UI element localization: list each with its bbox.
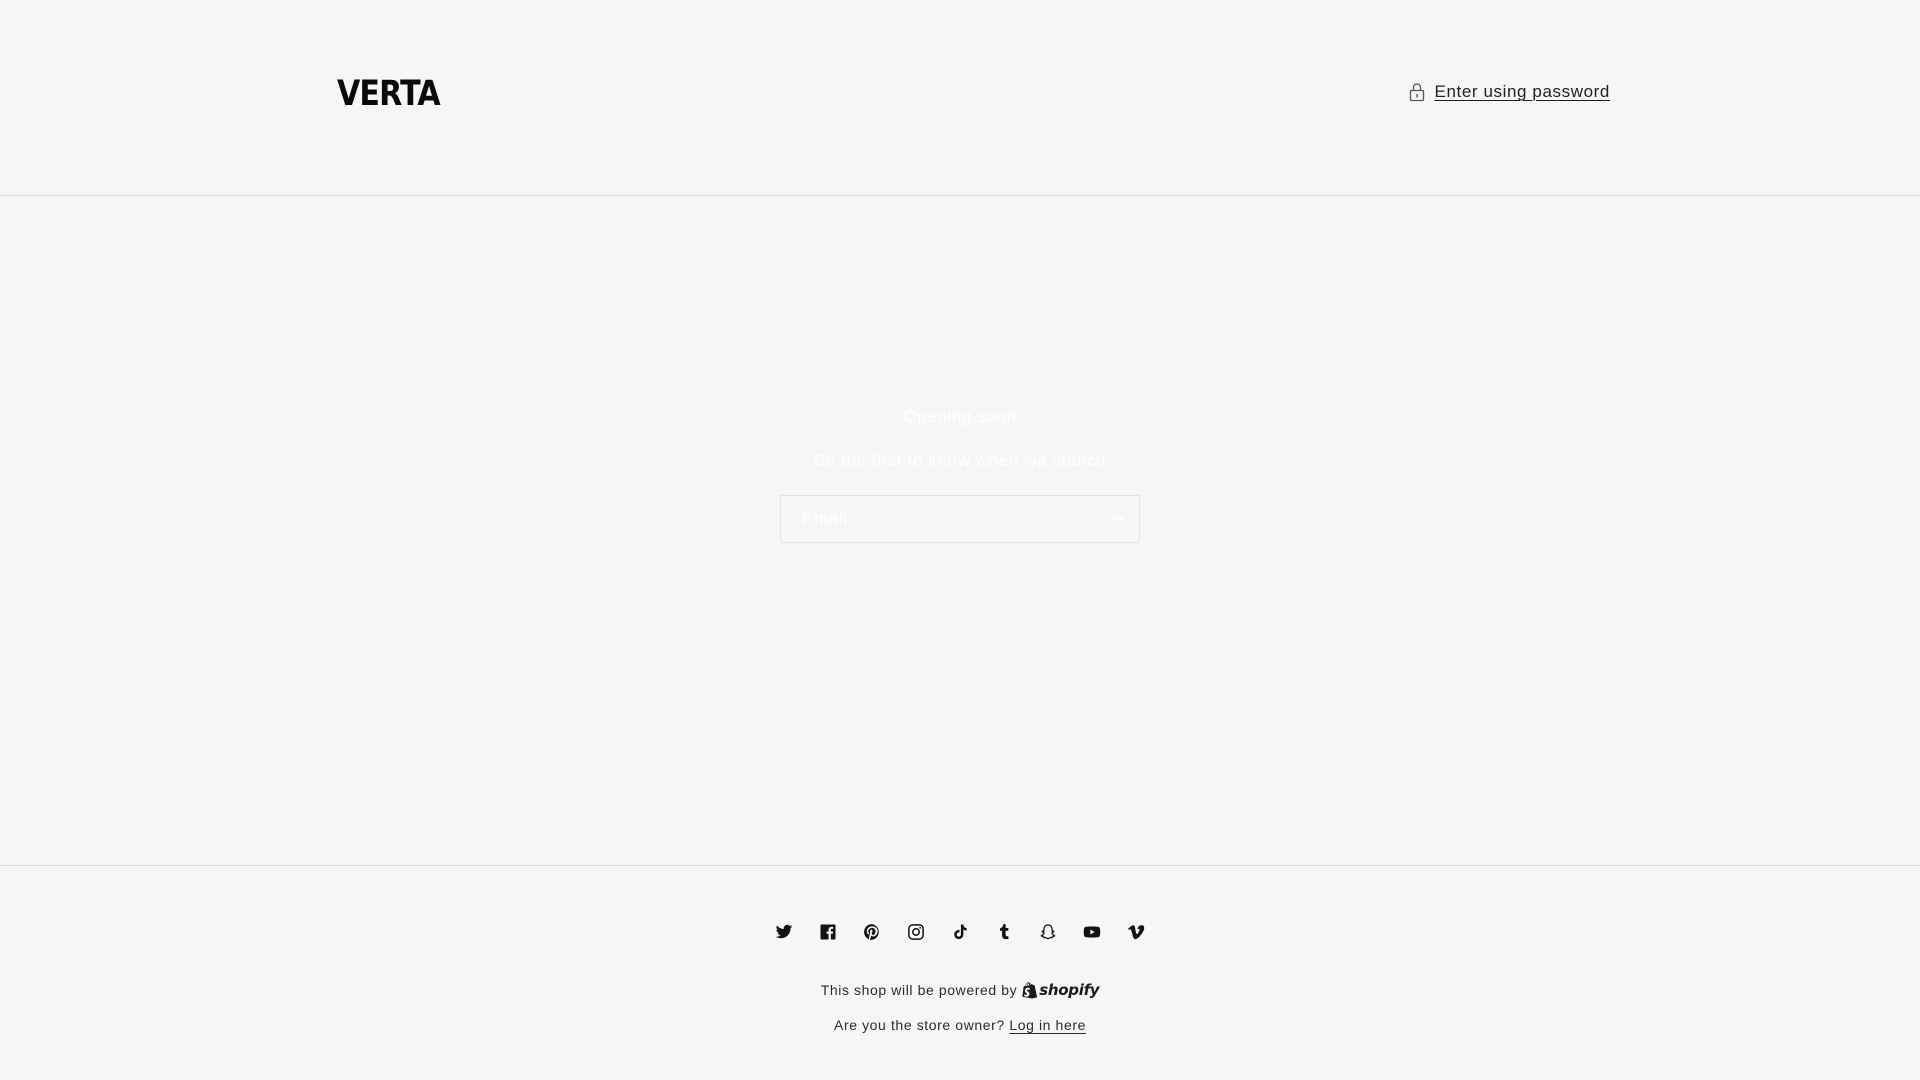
social-link-tiktok[interactable] (938, 918, 982, 946)
social-link-youtube[interactable] (1070, 918, 1114, 946)
opening-subheading: Be the first to know when we launch (813, 451, 1107, 470)
store-logo[interactable]: VERTA (337, 72, 441, 116)
social-link-facebook[interactable] (806, 918, 850, 946)
social-link-vimeo[interactable] (1114, 918, 1158, 946)
social-link-twitter[interactable] (762, 918, 806, 946)
social-link-tumblr[interactable] (982, 918, 1026, 946)
social-icons (0, 918, 1920, 946)
shopify-bag-icon (1022, 981, 1038, 998)
youtube-icon (1083, 926, 1101, 938)
log-in-link[interactable]: Log in here (1009, 1017, 1086, 1033)
shopify-logo-link[interactable]: shopify (1022, 981, 1100, 999)
store-owner-line: Are you the store owner? Log in here (0, 1017, 1920, 1033)
main-content: Opening soon Be the first to know when w… (0, 197, 1920, 865)
snapchat-icon (1040, 924, 1056, 940)
facebook-icon (820, 924, 836, 940)
site-footer: This shop will be powered by shopify Are… (0, 865, 1920, 1080)
tiktok-icon (954, 924, 967, 940)
enter-password-link[interactable]: Enter using password (1409, 82, 1610, 102)
social-link-snapchat[interactable] (1026, 918, 1070, 946)
subscribe-button[interactable] (1093, 496, 1139, 542)
email-input[interactable] (781, 496, 1093, 542)
powered-by-text: This shop will be powered by (820, 982, 1018, 998)
vimeo-icon (1127, 925, 1145, 940)
shopify-wordmark: shopify (1039, 981, 1100, 999)
password-page: VERTA Enter using password Opening soon … (0, 0, 1920, 1080)
lock-icon (1409, 83, 1424, 102)
opening-heading: Opening soon (903, 407, 1017, 426)
powered-by: This shop will be powered by shopify (0, 981, 1920, 999)
instagram-icon (908, 924, 924, 940)
newsletter-form (780, 495, 1140, 543)
twitter-icon (775, 924, 793, 939)
tumblr-icon (1000, 924, 1009, 940)
site-header: VERTA Enter using password (0, 0, 1920, 196)
store-owner-text: Are you the store owner? (834, 1017, 1005, 1033)
enter-password-label: Enter using password (1434, 82, 1610, 101)
pinterest-icon (864, 924, 879, 940)
arrow-right-icon (1109, 514, 1123, 524)
social-link-pinterest[interactable] (850, 918, 894, 946)
social-link-instagram[interactable] (894, 918, 938, 946)
